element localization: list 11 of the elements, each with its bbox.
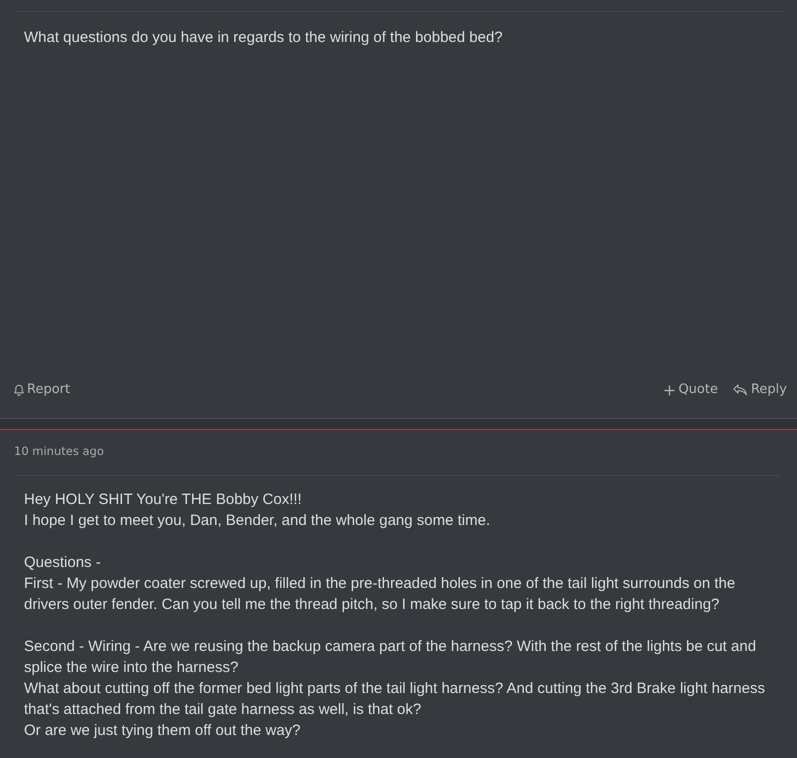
post-paragraph: Questions - First - My powder coater screwed up, filled in the pre-threaded holes in one of the tail light surrounds on the drivers outer fender. Can you tell me the thread pitch, so I make sure to tap it back to the right threading? [24, 553, 736, 615]
post-paragraph: Second - Wiring - Are we reusing the backup camera part of the harness? With the rest of the lights be cut and splice the wire into the harness? What about cutting off the former bed light parts of the tail light harness? And cutting the 3rd Brake light harness that's attached from the tail gate harness as well, is that ok? Or are we just tying them off out the way? [24, 637, 766, 741]
post-timestamp: 10 minutes ago [14, 443, 104, 460]
post-paragraph: What questions do you have in regards to the wiring of the bobbed bed? [24, 28, 504, 48]
reply-icon [732, 384, 748, 396]
post-paragraph: Hey HOLY SHIT You're THE Bobby Cox!!! I hope I get to meet you, Dan, Bender, and the whole gang some time. [24, 490, 492, 531]
plus-icon [664, 384, 676, 396]
report-link[interactable]: Report [14, 378, 70, 402]
quote-link[interactable]: Quote [664, 378, 718, 402]
bell-icon [14, 384, 24, 396]
reply-link[interactable]: Reply [732, 378, 787, 402]
